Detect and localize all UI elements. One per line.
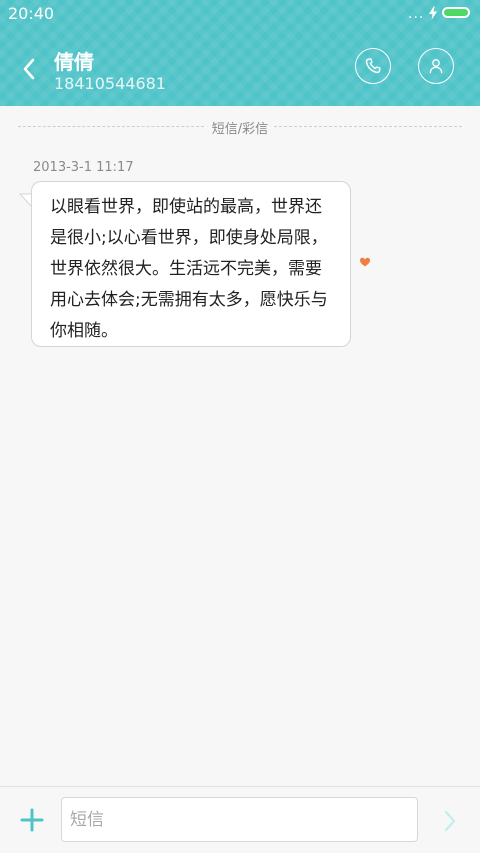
battery-icon — [442, 7, 470, 18]
chevron-left-icon — [23, 58, 35, 80]
heart-icon[interactable] — [359, 256, 371, 268]
chevron-right-icon — [444, 810, 456, 832]
person-icon — [429, 59, 443, 74]
contact-profile-button[interactable] — [418, 48, 454, 84]
message-timestamp: 2013-3-1 11:17 — [33, 160, 134, 175]
signal-dots: ... — [408, 6, 425, 22]
message-bubble[interactable]: 以眼看世界，即使站的最高，世界还是很小;以心看世界，即使身处局限，世界依然很大。… — [31, 181, 351, 347]
contact-name: 倩倩 — [54, 50, 94, 74]
sms-input[interactable] — [61, 797, 418, 842]
phone-icon — [365, 58, 381, 74]
status-bar: 20:40 ... — [0, 0, 480, 28]
plus-icon[interactable] — [18, 806, 46, 834]
back-button[interactable] — [14, 53, 44, 85]
conversation-header: 20:40 ... 倩倩 18410544681 — [0, 0, 480, 106]
message-type-divider: 短信/彩信 — [18, 118, 462, 137]
charging-bolt-icon — [429, 6, 437, 20]
message-text: 以眼看世界，即使站的最高，世界还是很小;以心看世界，即使身处局限，世界依然很大。… — [50, 197, 328, 341]
message-type-label: 短信/彩信 — [211, 122, 269, 137]
call-button[interactable] — [355, 48, 391, 84]
battery-level — [444, 9, 468, 16]
send-button[interactable] — [438, 807, 462, 835]
messaging-screen: 20:40 ... 倩倩 18410544681 短信/彩信 2013-3-1 … — [0, 0, 480, 853]
status-time: 20:40 — [8, 4, 55, 23]
divider-line — [274, 126, 462, 127]
contact-number: 18410544681 — [54, 74, 166, 93]
composer-bar — [0, 786, 480, 853]
